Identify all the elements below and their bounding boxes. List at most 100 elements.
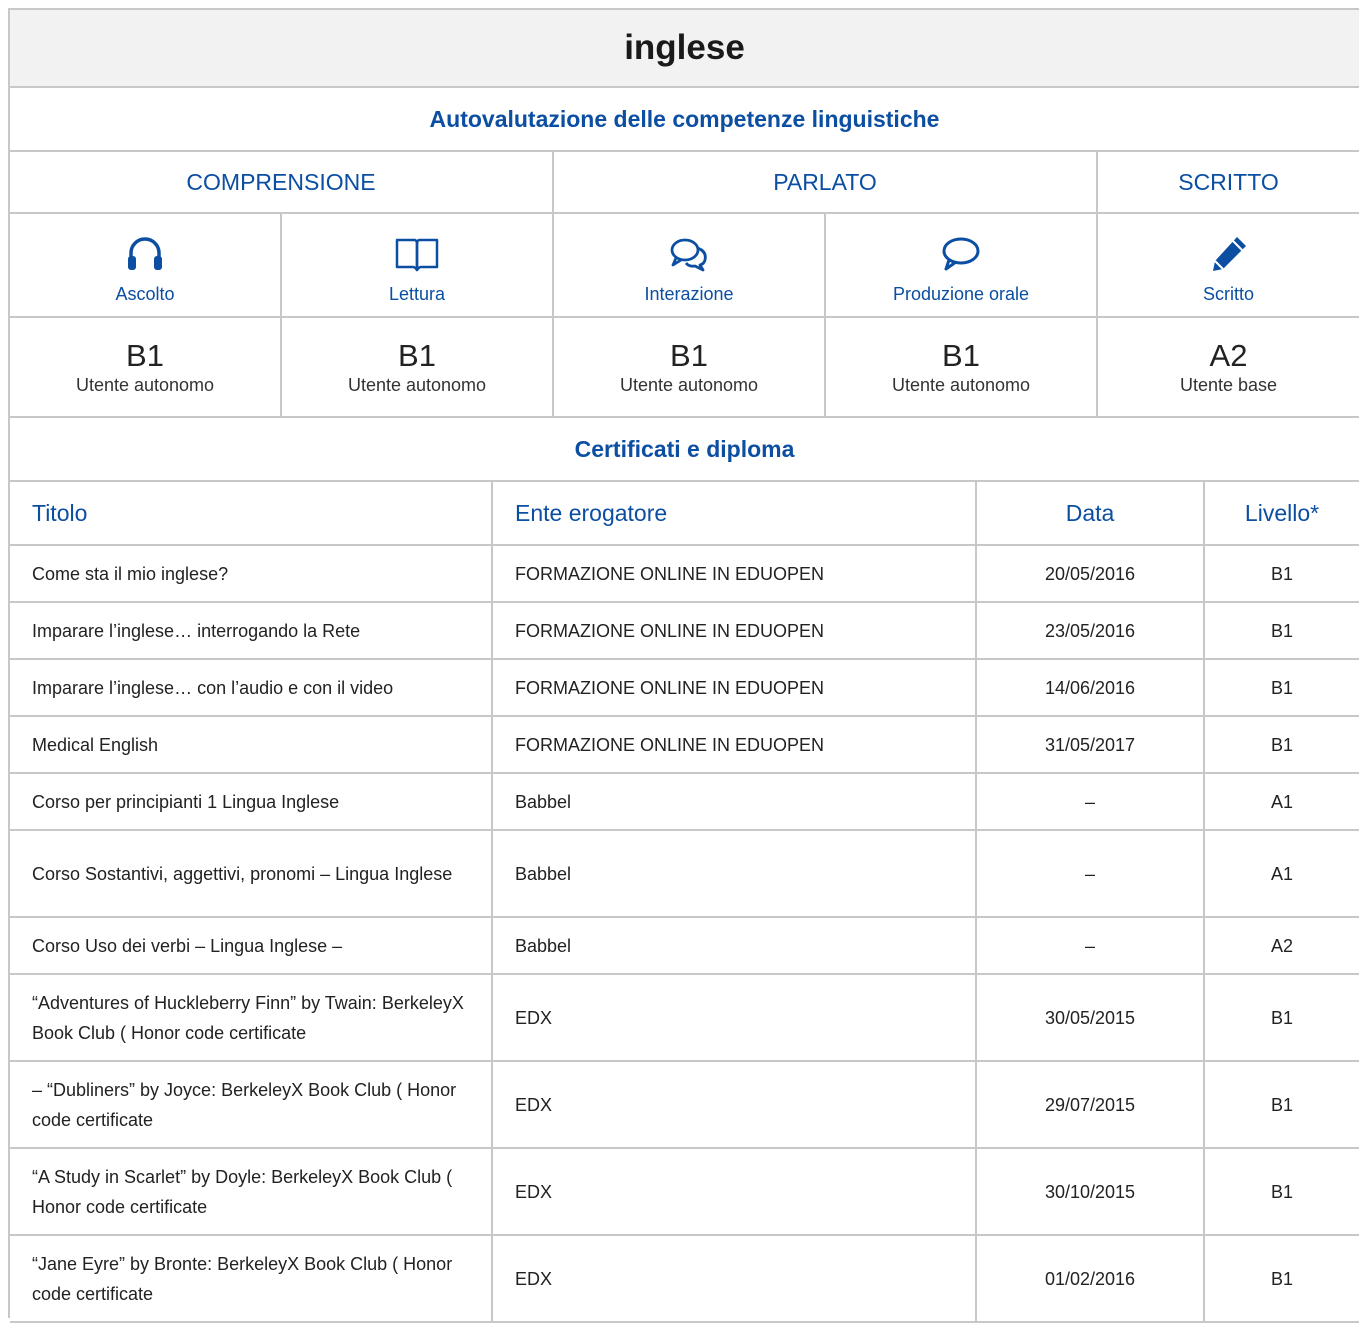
cert-issuer: FORMAZIONE ONLINE IN EDUOPEN — [492, 659, 977, 717]
cert-issuer: EDX — [492, 974, 977, 1062]
skill-interaction: Interazione — [554, 214, 826, 316]
table-row: Corso per principianti 1 Lingua Inglese … — [10, 773, 1359, 831]
headphones-icon — [121, 230, 169, 278]
cert-date: 29/07/2015 — [976, 1061, 1205, 1149]
table-row: – “Dubliners” by Joyce: BerkeleyX Book C… — [10, 1061, 1359, 1149]
cert-date: 20/05/2016 — [976, 545, 1205, 603]
cert-title: – “Dubliners” by Joyce: BerkeleyX Book C… — [10, 1061, 493, 1149]
pencil-icon — [1205, 230, 1253, 278]
cert-title: Corso Sostantivi, aggettivi, pronomi – L… — [10, 830, 493, 918]
language-card: inglese Autovalutazione delle competenze… — [8, 8, 1359, 1323]
level-code: B1 — [670, 337, 708, 373]
cert-issuer: Babbel — [492, 773, 977, 831]
table-row: Imparare l’inglese… interrogando la Rete… — [10, 602, 1359, 660]
skill-label: Ascolto — [115, 283, 175, 304]
cert-level: B1 — [1204, 974, 1359, 1062]
skills-row: Ascolto Lettura Interazione Produzione o… — [10, 214, 1359, 318]
level-listening: B1 Utente autonomo — [10, 318, 282, 416]
skill-label: Scritto — [1202, 283, 1254, 304]
cert-level: B1 — [1204, 545, 1359, 603]
skill-listening: Ascolto — [10, 214, 282, 316]
cert-issuer: EDX — [492, 1148, 977, 1236]
column-header-level: Livello* — [1204, 482, 1359, 546]
cert-level: B1 — [1204, 1061, 1359, 1149]
cert-issuer: FORMAZIONE ONLINE IN EDUOPEN — [492, 716, 977, 774]
level-spoken-production: B1 Utente autonomo — [826, 318, 1098, 416]
cert-title: Imparare l’inglese… con l’audio e con il… — [10, 659, 493, 717]
cert-date: 01/02/2016 — [976, 1235, 1205, 1323]
cert-issuer: EDX — [492, 1061, 977, 1149]
table-header-row: Titolo Ente erogatore Data Livello* — [10, 482, 1359, 546]
cert-title: “Adventures of Huckleberry Finn” by Twai… — [10, 974, 493, 1062]
skill-label: Lettura — [388, 283, 446, 304]
speech-bubble-icon — [937, 230, 985, 278]
table-row: Imparare l’inglese… con l’audio e con il… — [10, 659, 1359, 717]
group-writing: SCRITTO — [1178, 168, 1279, 195]
table-row: “Jane Eyre” by Bronte: BerkeleyX Book Cl… — [10, 1235, 1359, 1323]
cert-date: 30/10/2015 — [976, 1148, 1205, 1236]
cert-date: 31/05/2017 — [976, 716, 1205, 774]
cert-title: Medical English — [10, 716, 493, 774]
skill-spoken-production: Produzione orale — [826, 214, 1098, 316]
level-code: B1 — [398, 337, 436, 373]
cert-issuer: Babbel — [492, 830, 977, 918]
cert-issuer: FORMAZIONE ONLINE IN EDUOPEN — [492, 545, 977, 603]
table-row: Corso Uso dei verbi – Lingua Inglese – B… — [10, 917, 1359, 975]
level-code: B1 — [942, 337, 980, 373]
skill-writing: Scritto — [1098, 214, 1359, 316]
cert-date: – — [976, 917, 1205, 975]
level-description: Utente autonomo — [75, 374, 215, 395]
column-header-date: Data — [976, 482, 1205, 546]
group-speaking: PARLATO — [554, 152, 1098, 212]
level-description: Utente base — [1179, 374, 1278, 395]
level-writing: A2 Utente base — [1098, 318, 1359, 416]
column-header-title: Titolo — [10, 482, 493, 546]
table-row: Come sta il mio inglese? FORMAZIONE ONLI… — [10, 545, 1359, 603]
column-header-issuer: Ente erogatore — [492, 482, 977, 546]
cert-issuer: Babbel — [492, 917, 977, 975]
level-interaction: B1 Utente autonomo — [554, 318, 826, 416]
cert-level: B1 — [1204, 659, 1359, 717]
cert-level: A2 — [1204, 917, 1359, 975]
language-title: inglese — [10, 10, 1359, 88]
level-description: Utente autonomo — [619, 374, 759, 395]
cert-level: B1 — [1204, 1148, 1359, 1236]
cert-level: A1 — [1204, 773, 1359, 831]
cert-level: B1 — [1204, 1235, 1359, 1323]
cert-title: “A Study in Scarlet” by Doyle: BerkeleyX… — [10, 1148, 493, 1236]
cert-date: 14/06/2016 — [976, 659, 1205, 717]
skill-reading: Lettura — [282, 214, 554, 316]
self-assessment-heading: Autovalutazione delle competenze linguis… — [10, 88, 1359, 152]
cert-title: Imparare l’inglese… interrogando la Rete — [10, 602, 493, 660]
table-row: “A Study in Scarlet” by Doyle: BerkeleyX… — [10, 1148, 1359, 1236]
level-code: A2 — [1209, 337, 1248, 373]
level-description: Utente autonomo — [891, 374, 1031, 395]
group-comprehension: COMPRENSIONE — [10, 152, 554, 212]
table-row: “Adventures of Huckleberry Finn” by Twai… — [10, 974, 1359, 1062]
cert-title: Corso Uso dei verbi – Lingua Inglese – — [10, 917, 493, 975]
cert-title: “Jane Eyre” by Bronte: BerkeleyX Book Cl… — [10, 1235, 493, 1323]
table-row: Corso Sostantivi, aggettivi, pronomi – L… — [10, 830, 1359, 918]
cert-date: 23/05/2016 — [976, 602, 1205, 660]
cert-issuer: FORMAZIONE ONLINE IN EDUOPEN — [492, 602, 977, 660]
levels-row: B1 Utente autonomo B1 Utente autonomo B1… — [10, 318, 1359, 418]
cert-title: Corso per principianti 1 Lingua Inglese — [10, 773, 493, 831]
certificates-heading: Certificati e diploma — [10, 418, 1359, 482]
cert-date: – — [976, 830, 1205, 918]
level-description: Utente autonomo — [347, 374, 487, 395]
cert-level: B1 — [1204, 716, 1359, 774]
certificates-table: Titolo Ente erogatore Data Livello* Come… — [10, 482, 1359, 1323]
cert-title: Come sta il mio inglese? — [10, 545, 493, 603]
skill-label: Produzione orale — [892, 283, 1030, 304]
level-code: B1 — [126, 337, 164, 373]
table-row: Medical English FORMAZIONE ONLINE IN EDU… — [10, 716, 1359, 774]
cert-issuer: EDX — [492, 1235, 977, 1323]
level-reading: B1 Utente autonomo — [282, 318, 554, 416]
book-icon — [393, 230, 441, 278]
skill-label: Interazione — [644, 283, 734, 304]
skill-groups-row: COMPRENSIONE PARLATO SCRITTO — [10, 152, 1359, 214]
cert-level: B1 — [1204, 602, 1359, 660]
cert-date: – — [976, 773, 1205, 831]
cert-level: A1 — [1204, 830, 1359, 918]
cert-date: 30/05/2015 — [976, 974, 1205, 1062]
